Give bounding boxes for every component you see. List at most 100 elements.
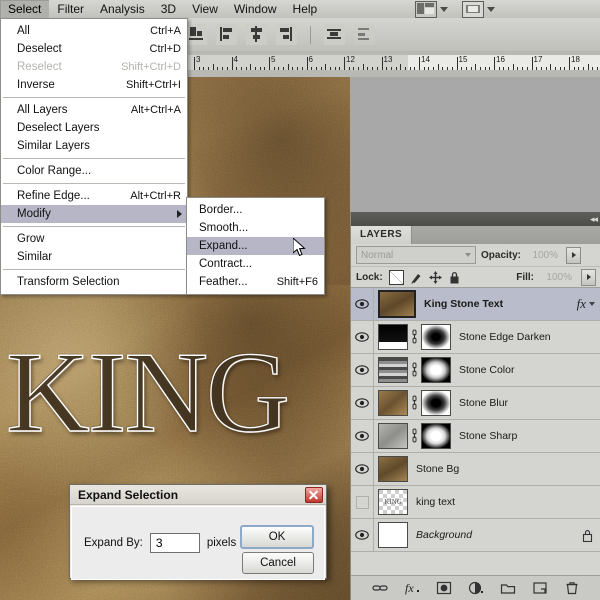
align-right-edges-icon[interactable]: [276, 24, 297, 45]
king-stone-artwork-text[interactable]: KING: [6, 330, 344, 455]
menu-item-all[interactable]: All Ctrl+A: [1, 22, 187, 40]
table-row[interactable]: Stone Edge Darken: [351, 321, 600, 354]
layer-visibility-toggle[interactable]: [351, 288, 374, 320]
add-layer-mask-icon[interactable]: [436, 580, 452, 596]
opacity-value[interactable]: 100%: [526, 248, 561, 263]
fill-value[interactable]: 100%: [540, 270, 575, 285]
lock-image-pixels-icon[interactable]: [410, 271, 423, 284]
link-mask-icon[interactable]: [410, 395, 419, 411]
align-bottom-edges-icon[interactable]: [186, 24, 207, 45]
menu-item-deselect-layers[interactable]: Deselect Layers: [1, 119, 187, 137]
link-layers-icon[interactable]: [372, 580, 388, 596]
menubar-item-filter[interactable]: Filter: [49, 0, 92, 18]
arrange-documents-icon[interactable]: [462, 1, 484, 18]
layer-name[interactable]: Background: [408, 529, 582, 541]
layer-list[interactable]: King Stone Text fx Stone Edge Darken: [351, 288, 600, 575]
arrange-documents-chevron-down-icon[interactable]: [487, 7, 495, 12]
new-group-icon[interactable]: [500, 580, 516, 596]
menu-item-all-layers[interactable]: All Layers Alt+Ctrl+A: [1, 101, 187, 119]
layer-name[interactable]: Stone Edge Darken: [451, 331, 600, 343]
submenu-item-border[interactable]: Border...: [187, 201, 324, 219]
layer-mask-thumbnail[interactable]: [421, 357, 451, 383]
table-row[interactable]: King Stone Text fx: [351, 288, 600, 321]
layer-thumbnail[interactable]: KING: [378, 489, 408, 515]
menubar-item-analysis[interactable]: Analysis: [92, 0, 153, 18]
menubar-item-select[interactable]: Select: [0, 0, 49, 18]
add-layer-style-icon[interactable]: fx: [404, 580, 420, 596]
expand-by-input[interactable]: 3: [150, 533, 200, 553]
layer-name[interactable]: king text: [408, 496, 600, 508]
lock-transparent-pixels-icon[interactable]: [389, 270, 404, 285]
submenu-item-smooth[interactable]: Smooth...: [187, 219, 324, 237]
layer-thumbnail[interactable]: [378, 522, 408, 548]
new-adjustment-layer-icon[interactable]: [468, 580, 484, 596]
layer-visibility-toggle[interactable]: [351, 486, 374, 518]
link-mask-icon[interactable]: [410, 362, 419, 378]
layer-name[interactable]: Stone Color: [451, 364, 600, 376]
layer-visibility-toggle[interactable]: [351, 453, 374, 485]
cancel-button[interactable]: Cancel: [242, 552, 314, 574]
opacity-slider-button[interactable]: [566, 247, 581, 264]
screen-mode-group[interactable]: [415, 1, 448, 18]
layer-name[interactable]: Stone Bg: [408, 463, 600, 475]
close-icon[interactable]: [305, 487, 323, 503]
table-row[interactable]: Stone Color: [351, 354, 600, 387]
horizontal-ruler[interactable]: 345612131415161718: [186, 55, 600, 71]
link-mask-icon[interactable]: [410, 329, 419, 345]
menu-item-similar-layers[interactable]: Similar Layers: [1, 137, 187, 155]
table-row[interactable]: Stone Blur: [351, 387, 600, 420]
menu-item-modify[interactable]: Modify: [1, 205, 187, 223]
layer-visibility-toggle[interactable]: [351, 420, 374, 452]
align-horizontal-centers-icon[interactable]: [246, 24, 267, 45]
menu-item-similar[interactable]: Similar: [1, 248, 187, 266]
delete-layer-icon[interactable]: [564, 580, 580, 596]
menubar-item-view[interactable]: View: [184, 0, 226, 18]
table-row[interactable]: Stone Sharp: [351, 420, 600, 453]
fill-slider-button[interactable]: [581, 269, 596, 286]
menubar-item-help[interactable]: Help: [285, 0, 326, 18]
distribute-icon-2[interactable]: [354, 24, 375, 45]
submenu-item-feather[interactable]: Feather... Shift+F6: [187, 273, 324, 291]
layer-name[interactable]: King Stone Text: [416, 298, 577, 310]
layer-effects-icon[interactable]: fx: [577, 296, 586, 312]
arrange-documents-group[interactable]: [462, 1, 495, 18]
layer-visibility-toggle[interactable]: [351, 321, 374, 353]
menu-item-refine-edge[interactable]: Refine Edge... Alt+Ctrl+R: [1, 187, 187, 205]
align-left-edges-icon[interactable]: [216, 24, 237, 45]
screen-mode-chevron-down-icon[interactable]: [440, 7, 448, 12]
layer-thumbnail[interactable]: [378, 390, 408, 416]
link-mask-icon[interactable]: [410, 428, 419, 444]
new-layer-icon[interactable]: [532, 580, 548, 596]
layer-visibility-toggle[interactable]: [351, 354, 374, 386]
layer-thumbnail[interactable]: [378, 290, 416, 318]
layer-effects-chevron-down-icon[interactable]: [589, 302, 595, 306]
ok-button[interactable]: OK: [240, 525, 314, 549]
table-row[interactable]: Background: [351, 519, 600, 552]
menubar-item-3d[interactable]: 3D: [153, 0, 184, 18]
panel-title-bar[interactable]: ◂◂: [351, 212, 600, 226]
menu-item-inverse[interactable]: Inverse Shift+Ctrl+I: [1, 76, 187, 94]
lock-all-icon[interactable]: [448, 271, 461, 284]
layer-thumbnail[interactable]: [378, 324, 408, 350]
tab-layers[interactable]: LAYERS: [351, 226, 412, 244]
layer-name[interactable]: Stone Sharp: [451, 430, 600, 442]
layer-thumbnail[interactable]: [378, 423, 408, 449]
layer-mask-thumbnail[interactable]: [421, 390, 451, 416]
table-row[interactable]: KING king text: [351, 486, 600, 519]
distribute-icon-1[interactable]: [324, 24, 345, 45]
menu-item-grow[interactable]: Grow: [1, 230, 187, 248]
blend-mode-select[interactable]: Normal: [356, 246, 476, 264]
menu-item-color-range[interactable]: Color Range...: [1, 162, 187, 180]
layer-thumbnail[interactable]: [378, 357, 408, 383]
menu-item-deselect[interactable]: Deselect Ctrl+D: [1, 40, 187, 58]
menu-item-transform-selection[interactable]: Transform Selection: [1, 273, 187, 291]
layer-name[interactable]: Stone Blur: [451, 397, 600, 409]
layer-mask-thumbnail[interactable]: [421, 423, 451, 449]
layer-thumbnail[interactable]: [378, 456, 408, 482]
lock-position-icon[interactable]: [429, 271, 442, 284]
menubar-item-window[interactable]: Window: [226, 0, 285, 18]
collapse-panel-icon[interactable]: ◂◂: [590, 215, 597, 224]
layer-mask-thumbnail[interactable]: [421, 324, 451, 350]
layer-visibility-toggle[interactable]: [351, 387, 374, 419]
select-dropdown-menu[interactable]: All Ctrl+A Deselect Ctrl+D Reselect Shif…: [0, 18, 188, 295]
